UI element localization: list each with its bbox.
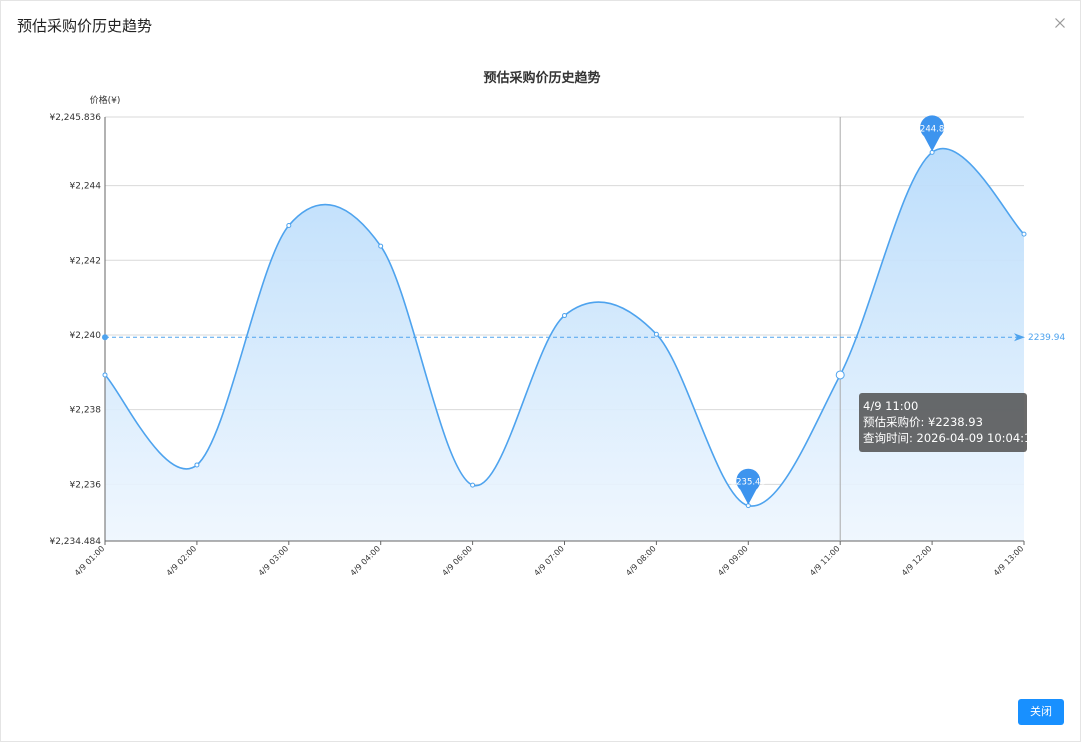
x-tick-label: 4/9 04:00 bbox=[349, 544, 383, 578]
average-line-start bbox=[102, 334, 108, 341]
chart-title: 预估采购价历史趋势 bbox=[483, 70, 600, 86]
x-tick-label: 4/9 08:00 bbox=[624, 544, 658, 578]
tooltip-time: 4/9 11:00 bbox=[863, 399, 919, 413]
y-tick-label: ¥2,238 bbox=[70, 406, 102, 416]
y-tick-label: ¥2,236 bbox=[70, 480, 102, 490]
data-point bbox=[470, 482, 476, 488]
modal-title: 预估采购价历史趋势 bbox=[17, 17, 153, 35]
data-point bbox=[286, 223, 292, 229]
close-button[interactable]: 关闭 bbox=[1018, 699, 1064, 725]
tooltip-query-time: 查询时间: 2026-04-09 10:04:14 bbox=[863, 431, 1039, 445]
data-point bbox=[102, 372, 108, 378]
y-tick-label: ¥2,245.836 bbox=[49, 113, 101, 123]
x-tick-label: 4/9 01:00 bbox=[73, 544, 107, 578]
data-point bbox=[194, 462, 200, 468]
max-mark-pin-label: 2244.89 bbox=[915, 124, 950, 134]
area-fill bbox=[105, 148, 1024, 541]
y-tick-label: ¥2,234.484 bbox=[49, 537, 101, 547]
y-axis-label: 价格(¥) bbox=[90, 94, 121, 106]
x-tick-label: 4/9 12:00 bbox=[900, 544, 934, 578]
x-tick-label: 4/9 07:00 bbox=[532, 544, 566, 578]
price-history-modal: 预估采购价历史趋势 预估采购价历史趋势价格(¥) ¥2,234.484 ¥2,236… bbox=[0, 0, 1081, 742]
min-mark-pin-label: 2235.43 bbox=[731, 478, 766, 488]
data-point bbox=[1021, 231, 1027, 237]
close-icon[interactable] bbox=[1052, 15, 1068, 31]
y-tick-label: ¥2,244 bbox=[70, 182, 102, 192]
x-tick-label: 4/9 02:00 bbox=[165, 544, 199, 578]
x-tick-label: 4/9 09:00 bbox=[716, 544, 750, 578]
y-tick-label: ¥2,242 bbox=[70, 256, 102, 266]
modal-header: 预估采购价历史趋势 bbox=[1, 1, 1081, 51]
y-tick-label: ¥2,240 bbox=[70, 331, 102, 341]
data-point bbox=[653, 331, 659, 337]
x-tick-label: 4/9 11:00 bbox=[808, 544, 842, 578]
x-tick-label: 4/9 03:00 bbox=[257, 544, 291, 578]
data-point bbox=[378, 243, 384, 249]
chart-tooltip: 4/9 11:00 预估采购价: ¥2238.93 查询时间: 2026-04-… bbox=[859, 393, 1039, 452]
x-tick-label: 4/9 13:00 bbox=[992, 544, 1026, 578]
average-line-label: 2239.94 bbox=[1028, 333, 1065, 343]
x-tick-label: 4/9 06:00 bbox=[440, 544, 474, 578]
chart-area: 预估采购价历史趋势价格(¥) ¥2,234.484 ¥2,236 ¥2,238 ¥2,2… bbox=[1, 51, 1081, 611]
data-point bbox=[562, 313, 567, 319]
price-trend-chart: 预估采购价历史趋势价格(¥) ¥2,234.484 ¥2,236 ¥2,238 ¥2,2… bbox=[49, 70, 1065, 578]
tooltip-price: 预估采购价: ¥2238.93 bbox=[863, 415, 983, 429]
data-point bbox=[835, 370, 845, 380]
